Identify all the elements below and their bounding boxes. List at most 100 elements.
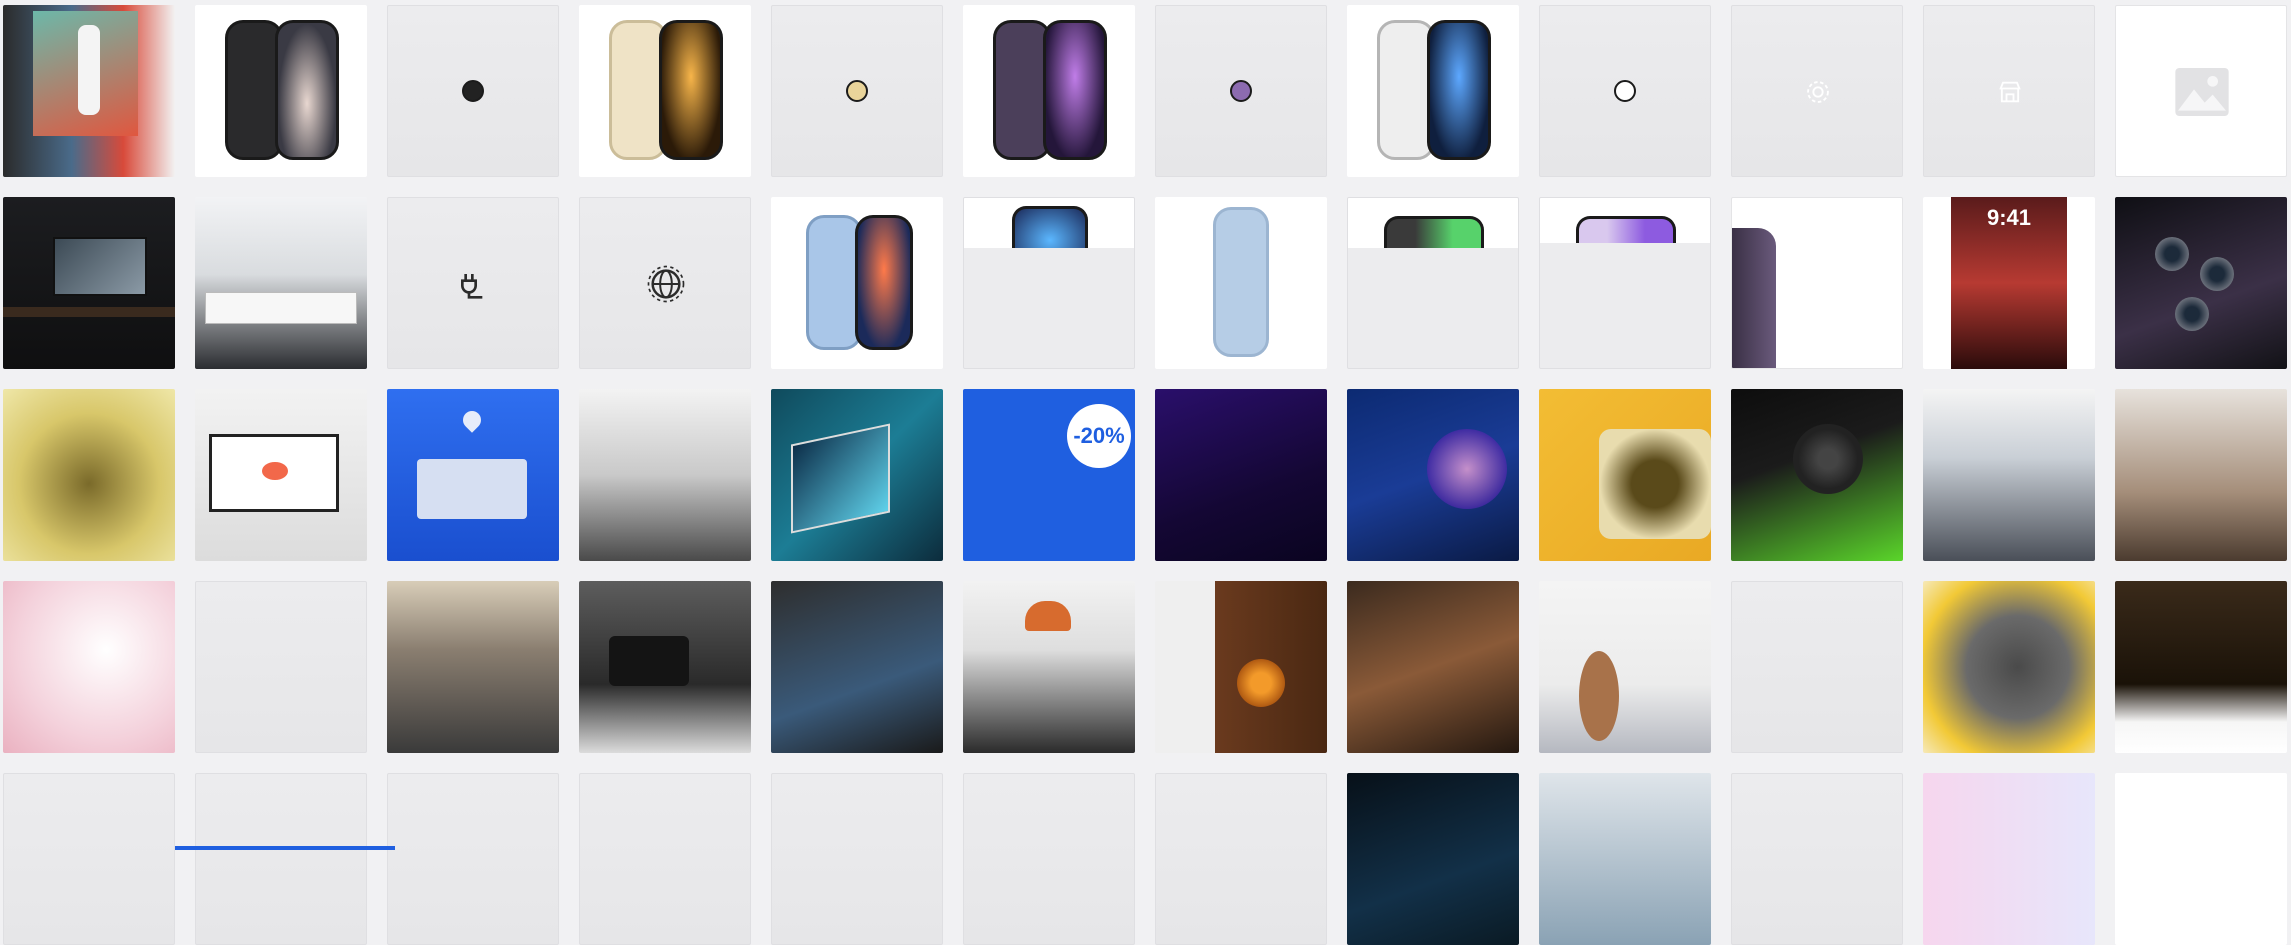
media-tile-iphone-loading[interactable] xyxy=(963,197,1135,369)
media-tile-wifi-mesh[interactable] xyxy=(1347,773,1519,945)
collage-figure xyxy=(78,25,100,115)
media-tile-empty[interactable] xyxy=(195,581,367,753)
monitor-curve xyxy=(1427,429,1507,509)
iphone-front xyxy=(1012,206,1088,248)
media-tile-gpu[interactable] xyxy=(1731,389,1903,561)
plug-icon xyxy=(461,274,483,299)
media-tile-store-interior[interactable] xyxy=(195,197,367,369)
media-tile-black-keyboard[interactable] xyxy=(2115,581,2287,753)
media-tile-settings[interactable] xyxy=(1731,5,1903,177)
iphone-front xyxy=(659,20,723,160)
media-tile-desk-setup[interactable] xyxy=(3,197,175,369)
media-tile-globe[interactable] xyxy=(579,197,751,369)
camera-lens xyxy=(2175,297,2209,331)
media-tile-collage[interactable] xyxy=(3,5,175,177)
camera-body xyxy=(609,636,689,686)
media-tile-iphone-lockscreen[interactable]: 9:41 xyxy=(1923,197,2095,369)
media-tile-retail-aisle[interactable] xyxy=(387,581,559,753)
desk-monitor xyxy=(53,237,147,296)
color-swatch-silver[interactable] xyxy=(1539,5,1711,177)
media-tile-desk-office[interactable] xyxy=(2115,389,2287,561)
media-tile-photographer-2[interactable] xyxy=(963,581,1135,753)
photographer-cap xyxy=(1025,601,1071,631)
map-pin-icon xyxy=(459,407,485,433)
monitor-screen xyxy=(209,434,339,512)
media-tile-iphone-space-black[interactable] xyxy=(195,5,367,177)
iphone-back xyxy=(1213,207,1269,357)
media-tile-iphone-14-blue[interactable] xyxy=(771,197,943,369)
media-tile-row5-6[interactable] xyxy=(963,773,1135,945)
media-tile-3d-store[interactable] xyxy=(387,389,559,561)
screen-accent xyxy=(262,462,288,480)
camera-lens xyxy=(2155,237,2189,271)
loading-progress-bar xyxy=(175,846,395,850)
swatch-dot-deep-purple xyxy=(1230,80,1252,102)
media-tile-row5-4[interactable] xyxy=(579,773,751,945)
media-tile-row5-7[interactable] xyxy=(1155,773,1327,945)
discount-badge: -20% xyxy=(1067,404,1131,468)
iphone-front xyxy=(1576,216,1676,243)
media-tile-iphone-green-loading[interactable] xyxy=(1347,197,1519,369)
media-tile-store-shelves[interactable] xyxy=(579,389,751,561)
media-tile-empty-2[interactable] xyxy=(1731,581,1903,753)
media-tile-row5-5[interactable] xyxy=(771,773,943,945)
swatch-dot-space-black xyxy=(462,80,484,102)
lockscreen-time: 9:41 xyxy=(1986,205,2032,230)
media-tile-surfboard-room[interactable] xyxy=(1539,581,1711,753)
media-tile-pink-headphones[interactable] xyxy=(3,581,175,753)
media-tile-headphones-table[interactable] xyxy=(1347,581,1519,753)
media-tile-desk-speaker[interactable] xyxy=(1539,773,1711,945)
color-swatch-deep-purple[interactable] xyxy=(1155,5,1327,177)
speaker-woofer xyxy=(1237,659,1285,707)
media-tile-laptop-ocean[interactable] xyxy=(771,389,943,561)
media-tile-iphone-pro-side[interactable] xyxy=(1731,197,1903,369)
media-tile-row5-10[interactable] xyxy=(1731,773,1903,945)
media-tile-row5-3[interactable] xyxy=(387,773,559,945)
swatch-dot-gold xyxy=(846,80,868,102)
media-tile-yellow-keyboard-2[interactable] xyxy=(1539,389,1711,561)
keyboard-body xyxy=(1599,429,1711,539)
iphone-front xyxy=(1427,20,1491,160)
gpu-fan xyxy=(1793,424,1863,494)
iphone-front xyxy=(855,215,913,350)
media-tile-iphone-purple-loading[interactable] xyxy=(1539,197,1711,369)
media-tile-yellow-keyboard-3[interactable] xyxy=(1923,581,2095,753)
media-tile-iphone-14-back[interactable] xyxy=(1155,197,1327,369)
media-tile-monitor-desk[interactable] xyxy=(195,389,367,561)
store-counter xyxy=(205,292,357,324)
surfboard xyxy=(1579,651,1619,741)
desk-surface xyxy=(3,307,175,317)
laptop-screen xyxy=(791,423,890,534)
media-tile-row5-2[interactable] xyxy=(195,773,367,945)
color-swatch-space-black[interactable] xyxy=(387,5,559,177)
media-tile-discount-promo[interactable]: -20% xyxy=(963,389,1135,561)
media-tile-monitor-blue[interactable] xyxy=(1347,389,1519,561)
media-tile-store-front[interactable] xyxy=(1923,389,2095,561)
media-tile-dark-purple[interactable] xyxy=(1155,389,1327,561)
swatch-dot-silver xyxy=(1614,80,1636,102)
settings-icon xyxy=(1807,81,1829,103)
media-tile-iphone-deep-purple[interactable] xyxy=(963,5,1135,177)
media-tile-iphone-gold[interactable] xyxy=(579,5,751,177)
media-tile-yellow-keyboard[interactable] xyxy=(3,389,175,561)
media-tile-row5-1[interactable] xyxy=(3,773,175,945)
image-placeholder-icon xyxy=(2175,68,2229,116)
media-tile-speaker[interactable] xyxy=(1155,581,1327,753)
media-tile-pastel-gradient[interactable] xyxy=(1923,773,2095,945)
media-tile-iphone-silver[interactable] xyxy=(1347,5,1519,177)
iphone-front xyxy=(1384,216,1484,248)
media-tile-store[interactable] xyxy=(1923,5,2095,177)
media-tile-camera-table[interactable] xyxy=(579,581,751,753)
media-tile-camera-closeup[interactable] xyxy=(2115,197,2287,369)
media-tile-laptop-row5[interactable] xyxy=(2115,773,2287,945)
color-swatch-gold[interactable] xyxy=(771,5,943,177)
iphone-front xyxy=(275,20,339,160)
media-tile-photographer-1[interactable] xyxy=(771,581,943,753)
store-model xyxy=(417,459,527,519)
media-tile-image-placeholder[interactable] xyxy=(2115,5,2287,177)
iphone-lockscreen: 9:41 xyxy=(1951,197,2067,369)
globe-icon xyxy=(647,265,685,303)
camera-lens xyxy=(2200,257,2234,291)
media-tile-plug[interactable] xyxy=(387,197,559,369)
media-grid: 9:41 -20% xyxy=(3,5,2287,945)
